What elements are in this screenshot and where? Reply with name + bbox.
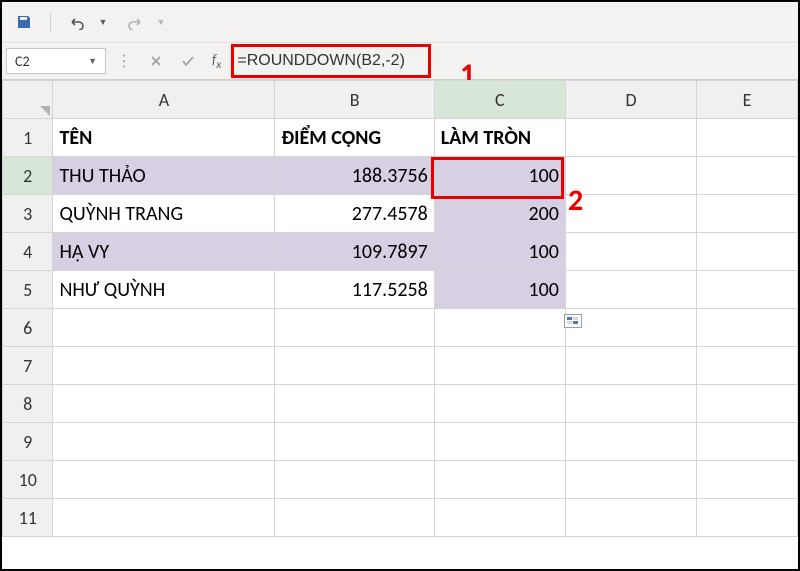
cell-b8[interactable]: [275, 385, 434, 423]
cell-a8[interactable]: [53, 385, 275, 423]
spreadsheet-grid-wrap: A B C D E 1 TÊN ĐIỂM CỘNG LÀM TRÒN 2 THU…: [2, 80, 798, 537]
redo-dropdown-icon[interactable]: ▼: [151, 12, 171, 32]
cell-c9[interactable]: [434, 423, 565, 461]
cell-b7[interactable]: [275, 347, 434, 385]
cell-b3[interactable]: 277.4578: [275, 195, 434, 233]
formula-bar-row: C2 ▼ ⋮ fx: [2, 42, 798, 80]
cell-e1[interactable]: [697, 119, 798, 157]
cell-c2[interactable]: 100: [434, 157, 565, 195]
redo-icon[interactable]: [125, 12, 145, 32]
cell-e3[interactable]: [697, 195, 798, 233]
cell-a7[interactable]: [53, 347, 275, 385]
spreadsheet-grid[interactable]: A B C D E 1 TÊN ĐIỂM CỘNG LÀM TRÒN 2 THU…: [2, 80, 798, 537]
undo-dropdown-icon[interactable]: ▼: [93, 12, 113, 32]
cell-a5[interactable]: NHƯ QUỲNH: [53, 271, 275, 309]
cell-a2[interactable]: THU THẢO: [53, 157, 275, 195]
cell-a10[interactable]: [53, 461, 275, 499]
row-header-11[interactable]: 11: [3, 499, 53, 537]
cell-e9[interactable]: [697, 423, 798, 461]
cell-e7[interactable]: [697, 347, 798, 385]
cell-d4[interactable]: [565, 233, 696, 271]
cell-a3[interactable]: QUỲNH TRANG: [53, 195, 275, 233]
quick-access-toolbar: ▼ ▼: [2, 2, 798, 42]
separator: [50, 12, 51, 32]
cell-d10[interactable]: [565, 461, 696, 499]
col-header-c[interactable]: C: [434, 81, 565, 119]
select-all-corner[interactable]: [3, 81, 53, 119]
cell-c3[interactable]: 200: [434, 195, 565, 233]
cell-d5[interactable]: [565, 271, 696, 309]
cell-e11[interactable]: [697, 499, 798, 537]
row-header-7[interactable]: 7: [3, 347, 53, 385]
cell-e10[interactable]: [697, 461, 798, 499]
cell-d1[interactable]: [565, 119, 696, 157]
name-box-dropdown-icon[interactable]: ▼: [88, 56, 97, 67]
fx-label[interactable]: fx: [206, 51, 227, 72]
row-header-2[interactable]: 2: [3, 157, 53, 195]
cell-d6[interactable]: [565, 309, 696, 347]
cell-e2[interactable]: [697, 157, 798, 195]
cell-c5[interactable]: 100: [434, 271, 565, 309]
name-box-value: C2: [15, 53, 30, 70]
cell-b9[interactable]: [275, 423, 434, 461]
cell-d11[interactable]: [565, 499, 696, 537]
name-box[interactable]: C2 ▼: [6, 48, 106, 74]
cell-a11[interactable]: [53, 499, 275, 537]
cell-b11[interactable]: [275, 499, 434, 537]
col-header-a[interactable]: A: [53, 81, 275, 119]
autofill-options-icon[interactable]: [564, 314, 582, 328]
cell-d8[interactable]: [565, 385, 696, 423]
cell-c10[interactable]: [434, 461, 565, 499]
cell-e5[interactable]: [697, 271, 798, 309]
cell-d9[interactable]: [565, 423, 696, 461]
row-header-10[interactable]: 10: [3, 461, 53, 499]
row-header-5[interactable]: 5: [3, 271, 53, 309]
cell-e4[interactable]: [697, 233, 798, 271]
col-header-d[interactable]: D: [565, 81, 696, 119]
cell-a9[interactable]: [53, 423, 275, 461]
col-header-e[interactable]: E: [697, 81, 798, 119]
cell-d3[interactable]: [565, 195, 696, 233]
cell-b1[interactable]: ĐIỂM CỘNG: [275, 119, 434, 157]
cell-c4[interactable]: 100: [434, 233, 565, 271]
cell-c6[interactable]: [434, 309, 565, 347]
cell-b2[interactable]: 188.3756: [275, 157, 434, 195]
cell-d2[interactable]: [565, 157, 696, 195]
cell-c11[interactable]: [434, 499, 565, 537]
formula-bar: [231, 48, 794, 74]
cell-b10[interactable]: [275, 461, 434, 499]
enter-icon[interactable]: [174, 48, 202, 74]
cell-a4[interactable]: HẠ VY: [53, 233, 275, 271]
cell-c8[interactable]: [434, 385, 565, 423]
cancel-icon[interactable]: [142, 48, 170, 74]
cell-e8[interactable]: [697, 385, 798, 423]
annotation-number-2: 2: [568, 182, 583, 219]
row-header-1[interactable]: 1: [3, 119, 53, 157]
cell-b6[interactable]: [275, 309, 434, 347]
cell-a1[interactable]: TÊN: [53, 119, 275, 157]
function-more-icon[interactable]: ⋮: [110, 48, 138, 74]
row-header-4[interactable]: 4: [3, 233, 53, 271]
cell-d7[interactable]: [565, 347, 696, 385]
cell-e6[interactable]: [697, 309, 798, 347]
col-header-b[interactable]: B: [275, 81, 434, 119]
cell-b5[interactable]: 117.5258: [275, 271, 434, 309]
row-header-3[interactable]: 3: [3, 195, 53, 233]
cell-c7[interactable]: [434, 347, 565, 385]
row-header-8[interactable]: 8: [3, 385, 53, 423]
cell-b4[interactable]: 109.7897: [275, 233, 434, 271]
row-header-6[interactable]: 6: [3, 309, 53, 347]
cell-a6[interactable]: [53, 309, 275, 347]
cell-c1[interactable]: LÀM TRÒN: [434, 119, 565, 157]
formula-input[interactable]: [231, 48, 794, 74]
save-icon[interactable]: [14, 12, 34, 32]
row-header-9[interactable]: 9: [3, 423, 53, 461]
undo-icon[interactable]: [67, 12, 87, 32]
